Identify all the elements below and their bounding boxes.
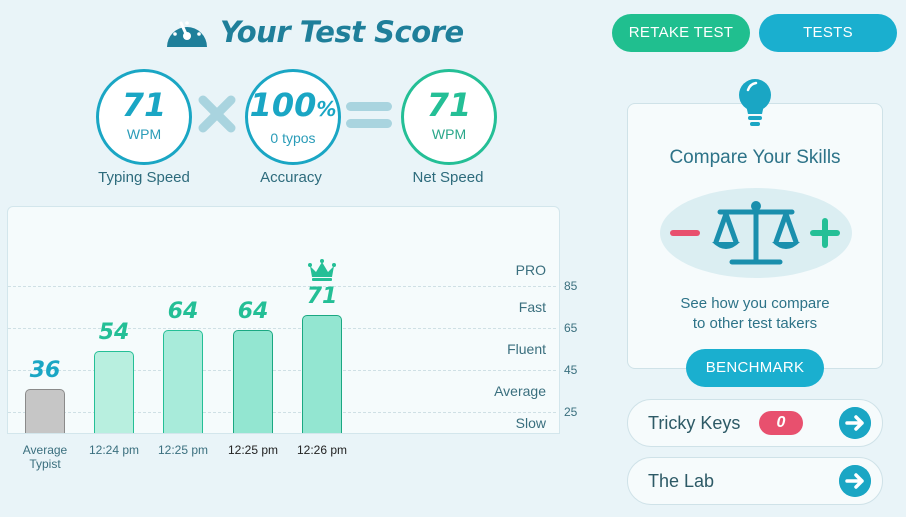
chart-data-label: 71 (306, 284, 338, 310)
speed-unit: WPM (126, 126, 162, 142)
chart-x-label: 12:26 pm (296, 443, 348, 457)
chart-tick-label: 45 (564, 363, 578, 377)
chart-bar (25, 388, 65, 433)
benchmark-button[interactable]: BENCHMARK (686, 349, 824, 387)
chart-level-label: Fluent (507, 341, 546, 357)
chart-x-label: Average Typist (22, 443, 68, 471)
speed-value: 71 (121, 86, 167, 124)
chart-level-label: PRO (515, 262, 546, 279)
net-speed-value: 71 (426, 86, 472, 124)
retake-test-button[interactable]: RETAKE TEST (612, 14, 750, 52)
chart-bar (233, 330, 273, 433)
crown-icon (308, 259, 336, 282)
tricky-keys-label: Tricky Keys (648, 413, 741, 433)
page-title: Your Test Score (164, 10, 464, 54)
accuracy-value: 100 (249, 86, 317, 124)
net-speed-caption: Net Speed (412, 169, 484, 186)
chart-data-label: 64 (237, 299, 269, 325)
chart-bar (163, 330, 203, 433)
chart-x-label: 12:25 pm (157, 443, 209, 457)
chart-bar (94, 351, 134, 433)
chart-tick-label: 65 (564, 321, 578, 335)
chart-data-label: 54 (98, 320, 130, 346)
chart-tick-label: 25 (564, 405, 578, 419)
lightbulb-icon (739, 79, 771, 126)
chart-tick-label: 85 (564, 279, 578, 293)
chart-bar (302, 315, 342, 433)
compare-panel: Compare Your Skills See how you compare … (627, 103, 883, 369)
chart-data-label: 36 (29, 357, 61, 383)
compare-title: Compare Your Skills (669, 147, 841, 168)
chart-level-label: Fast (518, 299, 546, 315)
compare-description: See how you compare to other test takers (680, 295, 830, 332)
equals-icon (346, 102, 392, 128)
speed-circle: 71 WPM (96, 69, 192, 165)
speedometer-icon (167, 21, 207, 47)
arrow-right-icon[interactable] (839, 407, 871, 439)
accuracy-percent: % (316, 97, 337, 121)
the-lab-link[interactable]: The Lab (627, 457, 883, 505)
multiply-icon (198, 95, 236, 133)
chart-gridline (8, 370, 556, 371)
page-title-text: Your Test Score (220, 15, 464, 49)
speed-caption: Typing Speed (98, 169, 190, 186)
net-speed-circle: 71 WPM (401, 69, 497, 165)
arrow-right-icon[interactable] (839, 465, 871, 497)
accuracy-caption: Accuracy (260, 169, 322, 186)
plus-icon (810, 218, 840, 248)
balance-scale-icon (670, 201, 840, 265)
tricky-keys-count-badge: 0 (759, 411, 803, 435)
minus-icon (670, 230, 700, 236)
tests-button[interactable]: TESTS (759, 14, 897, 52)
tricky-keys-link[interactable]: Tricky Keys 0 (627, 399, 883, 447)
the-lab-label: The Lab (648, 471, 715, 491)
chart-data-label: 64 (167, 299, 199, 325)
net-speed-unit: WPM (431, 126, 467, 142)
typos-count: 0 typos (270, 130, 316, 146)
chart-gridline (8, 412, 556, 413)
chart-gridline (8, 286, 556, 287)
chart-level-label: Slow (515, 414, 546, 431)
chart-x-label: 12:25 pm (227, 443, 279, 457)
accuracy-circle: 100% 0 typos (245, 69, 341, 165)
chart-level-label: Average (494, 383, 546, 399)
chart-x-label: 12:24 pm (88, 443, 140, 457)
